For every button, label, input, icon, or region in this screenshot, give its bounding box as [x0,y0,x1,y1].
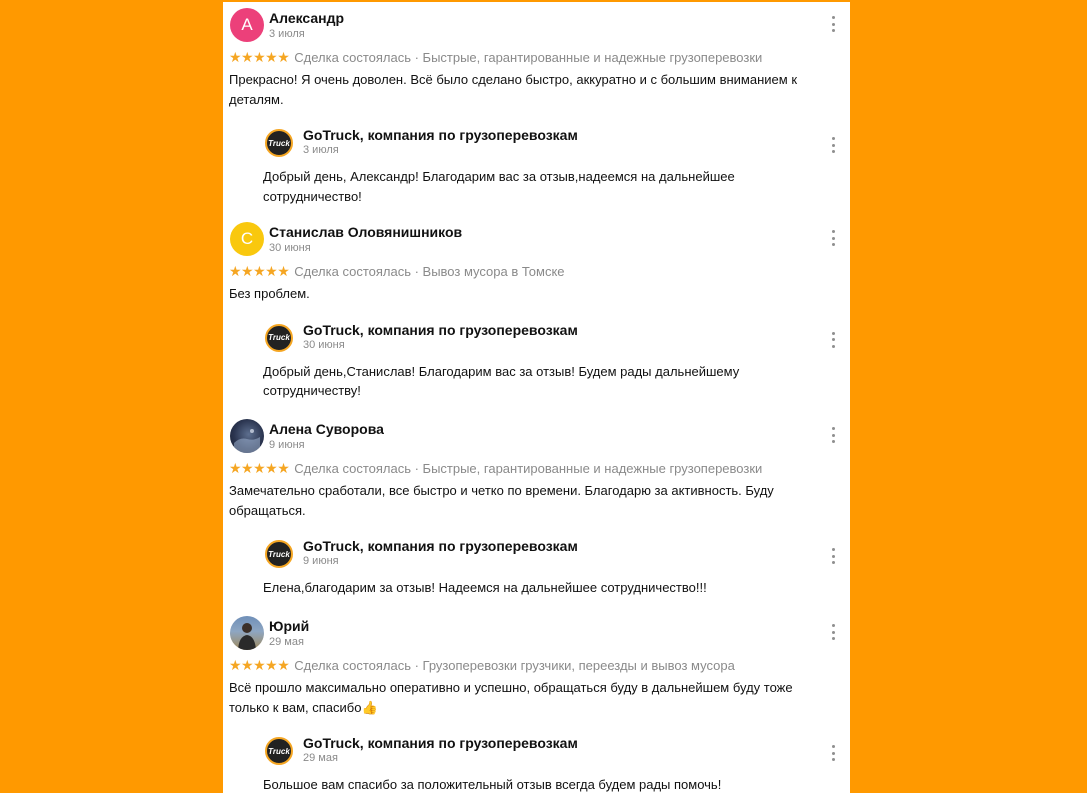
rating-stars-icon: ★★★★★ [229,48,290,65]
review-date: 3 июля [269,28,305,40]
more-options-icon[interactable] [830,548,836,564]
reply-date: 29 мая [303,752,338,764]
reply-text: Большое вам спасибо за положительный отз… [263,777,722,792]
review-text: Без проблем. [229,286,310,301]
avatar[interactable] [230,419,264,453]
more-options-icon[interactable] [830,230,836,246]
deal-info: Сделка состоялась · Грузоперевозки грузч… [294,657,735,673]
review-card: С Станислав Оловянишников 30 июня ★★★★★ … [223,216,850,413]
review-card: Юрий 29 мая ★★★★★ Сделка состоялась · Гр… [223,610,850,793]
review-card: А Александр 3 июля ★★★★★ Сделка состояла… [223,2,850,216]
company-name[interactable]: GoTruck, компания по грузоперевозкам [303,127,578,143]
more-options-icon[interactable] [830,427,836,443]
reply-date: 30 июня [303,338,345,351]
author-name[interactable]: Алена Суворова [269,421,384,437]
review-date: 30 июня [269,242,311,254]
review-meta: ★★★★★ Сделка состоялась · Быстрые, гаран… [223,46,850,68]
company-logo-icon: Truck [265,737,293,765]
deal-info: Сделка состоялась · Вывоз мусора в Томск… [294,263,565,279]
more-options-icon[interactable] [830,745,836,761]
reply-header: Truck GoTruck, компания по грузоперевозк… [223,318,850,354]
company-name[interactable]: GoTruck, компания по грузоперевозкам [303,538,578,554]
rating-stars-icon: ★★★★★ [229,656,290,673]
reply-header: Truck GoTruck, компания по грузоперевозк… [223,534,850,570]
review-meta: ★★★★★ Сделка состоялась · Вывоз мусора в… [223,260,850,282]
company-logo-icon: Truck [265,323,293,352]
reply-date: 9 июня [303,555,339,567]
avatar[interactable]: С [230,222,264,256]
deal-info: Сделка состоялась · Быстрые, гарантирова… [294,460,763,476]
review-header: С Станислав Оловянишников 30 июня [223,216,850,260]
avatar[interactable] [230,616,264,650]
review-card: Алена Суворова 9 июня ★★★★★ Сделка состо… [223,413,850,610]
reply-header: Truck GoTruck, компания по грузоперевозк… [223,123,850,159]
review-header: А Александр 3 июля [223,2,850,46]
review-date: 29 мая [269,636,304,648]
company-reply: Truck GoTruck, компания по грузоперевозк… [223,534,850,598]
reply-text: Добрый день,Станислав! Благодарим вас за… [263,363,740,399]
company-reply: Truck GoTruck, компания по грузоперевозк… [223,731,850,793]
company-name[interactable]: GoTruck, компания по грузоперевозкам [303,735,578,751]
avatar-photo-icon [234,429,260,453]
review-header: Алена Суворова 9 июня [223,413,850,457]
review-text: Прекрасно! Я очень доволен. Всё было сде… [229,72,798,107]
reply-header: Truck GoTruck, компания по грузоперевозк… [223,731,850,767]
rating-stars-icon: ★★★★★ [229,262,290,279]
author-name[interactable]: Юрий [269,618,309,634]
more-options-icon[interactable] [830,16,836,32]
reply-text: Елена,благодарим за отзыв! Надеемся на д… [263,580,707,595]
review-text: Замечательно сработали, все быстро и чет… [229,483,774,518]
reply-text: Добрый день, Александр! Благодарим вас з… [263,169,735,204]
avatar-photo-icon [238,623,256,650]
more-options-icon[interactable] [830,137,836,153]
review-text: Всё прошло максимально оперативно и успе… [229,680,793,715]
avatar[interactable]: А [230,8,264,42]
author-name[interactable]: Александр [269,10,344,26]
reviews-panel: А Александр 3 июля ★★★★★ Сделка состояла… [223,2,850,793]
more-options-icon[interactable] [830,624,836,640]
company-name[interactable]: GoTruck, компания по грузоперевозкам [303,322,578,338]
more-options-icon[interactable] [830,331,836,348]
review-header: Юрий 29 мая [223,610,850,654]
review-meta: ★★★★★ Сделка состоялась · Грузоперевозки… [223,654,850,676]
deal-info: Сделка состоялась · Быстрые, гарантирова… [294,49,763,65]
rating-stars-icon: ★★★★★ [229,459,290,476]
reply-date: 3 июля [303,144,339,156]
review-date: 9 июня [269,439,305,451]
company-reply: Truck GoTruck, компания по грузоперевозк… [223,318,850,401]
review-meta: ★★★★★ Сделка состоялась · Быстрые, гаран… [223,457,850,479]
company-logo-icon: Truck [265,129,293,157]
author-name[interactable]: Станислав Оловянишников [269,224,462,240]
company-logo-icon: Truck [265,540,293,568]
company-reply: Truck GoTruck, компания по грузоперевозк… [223,123,850,206]
